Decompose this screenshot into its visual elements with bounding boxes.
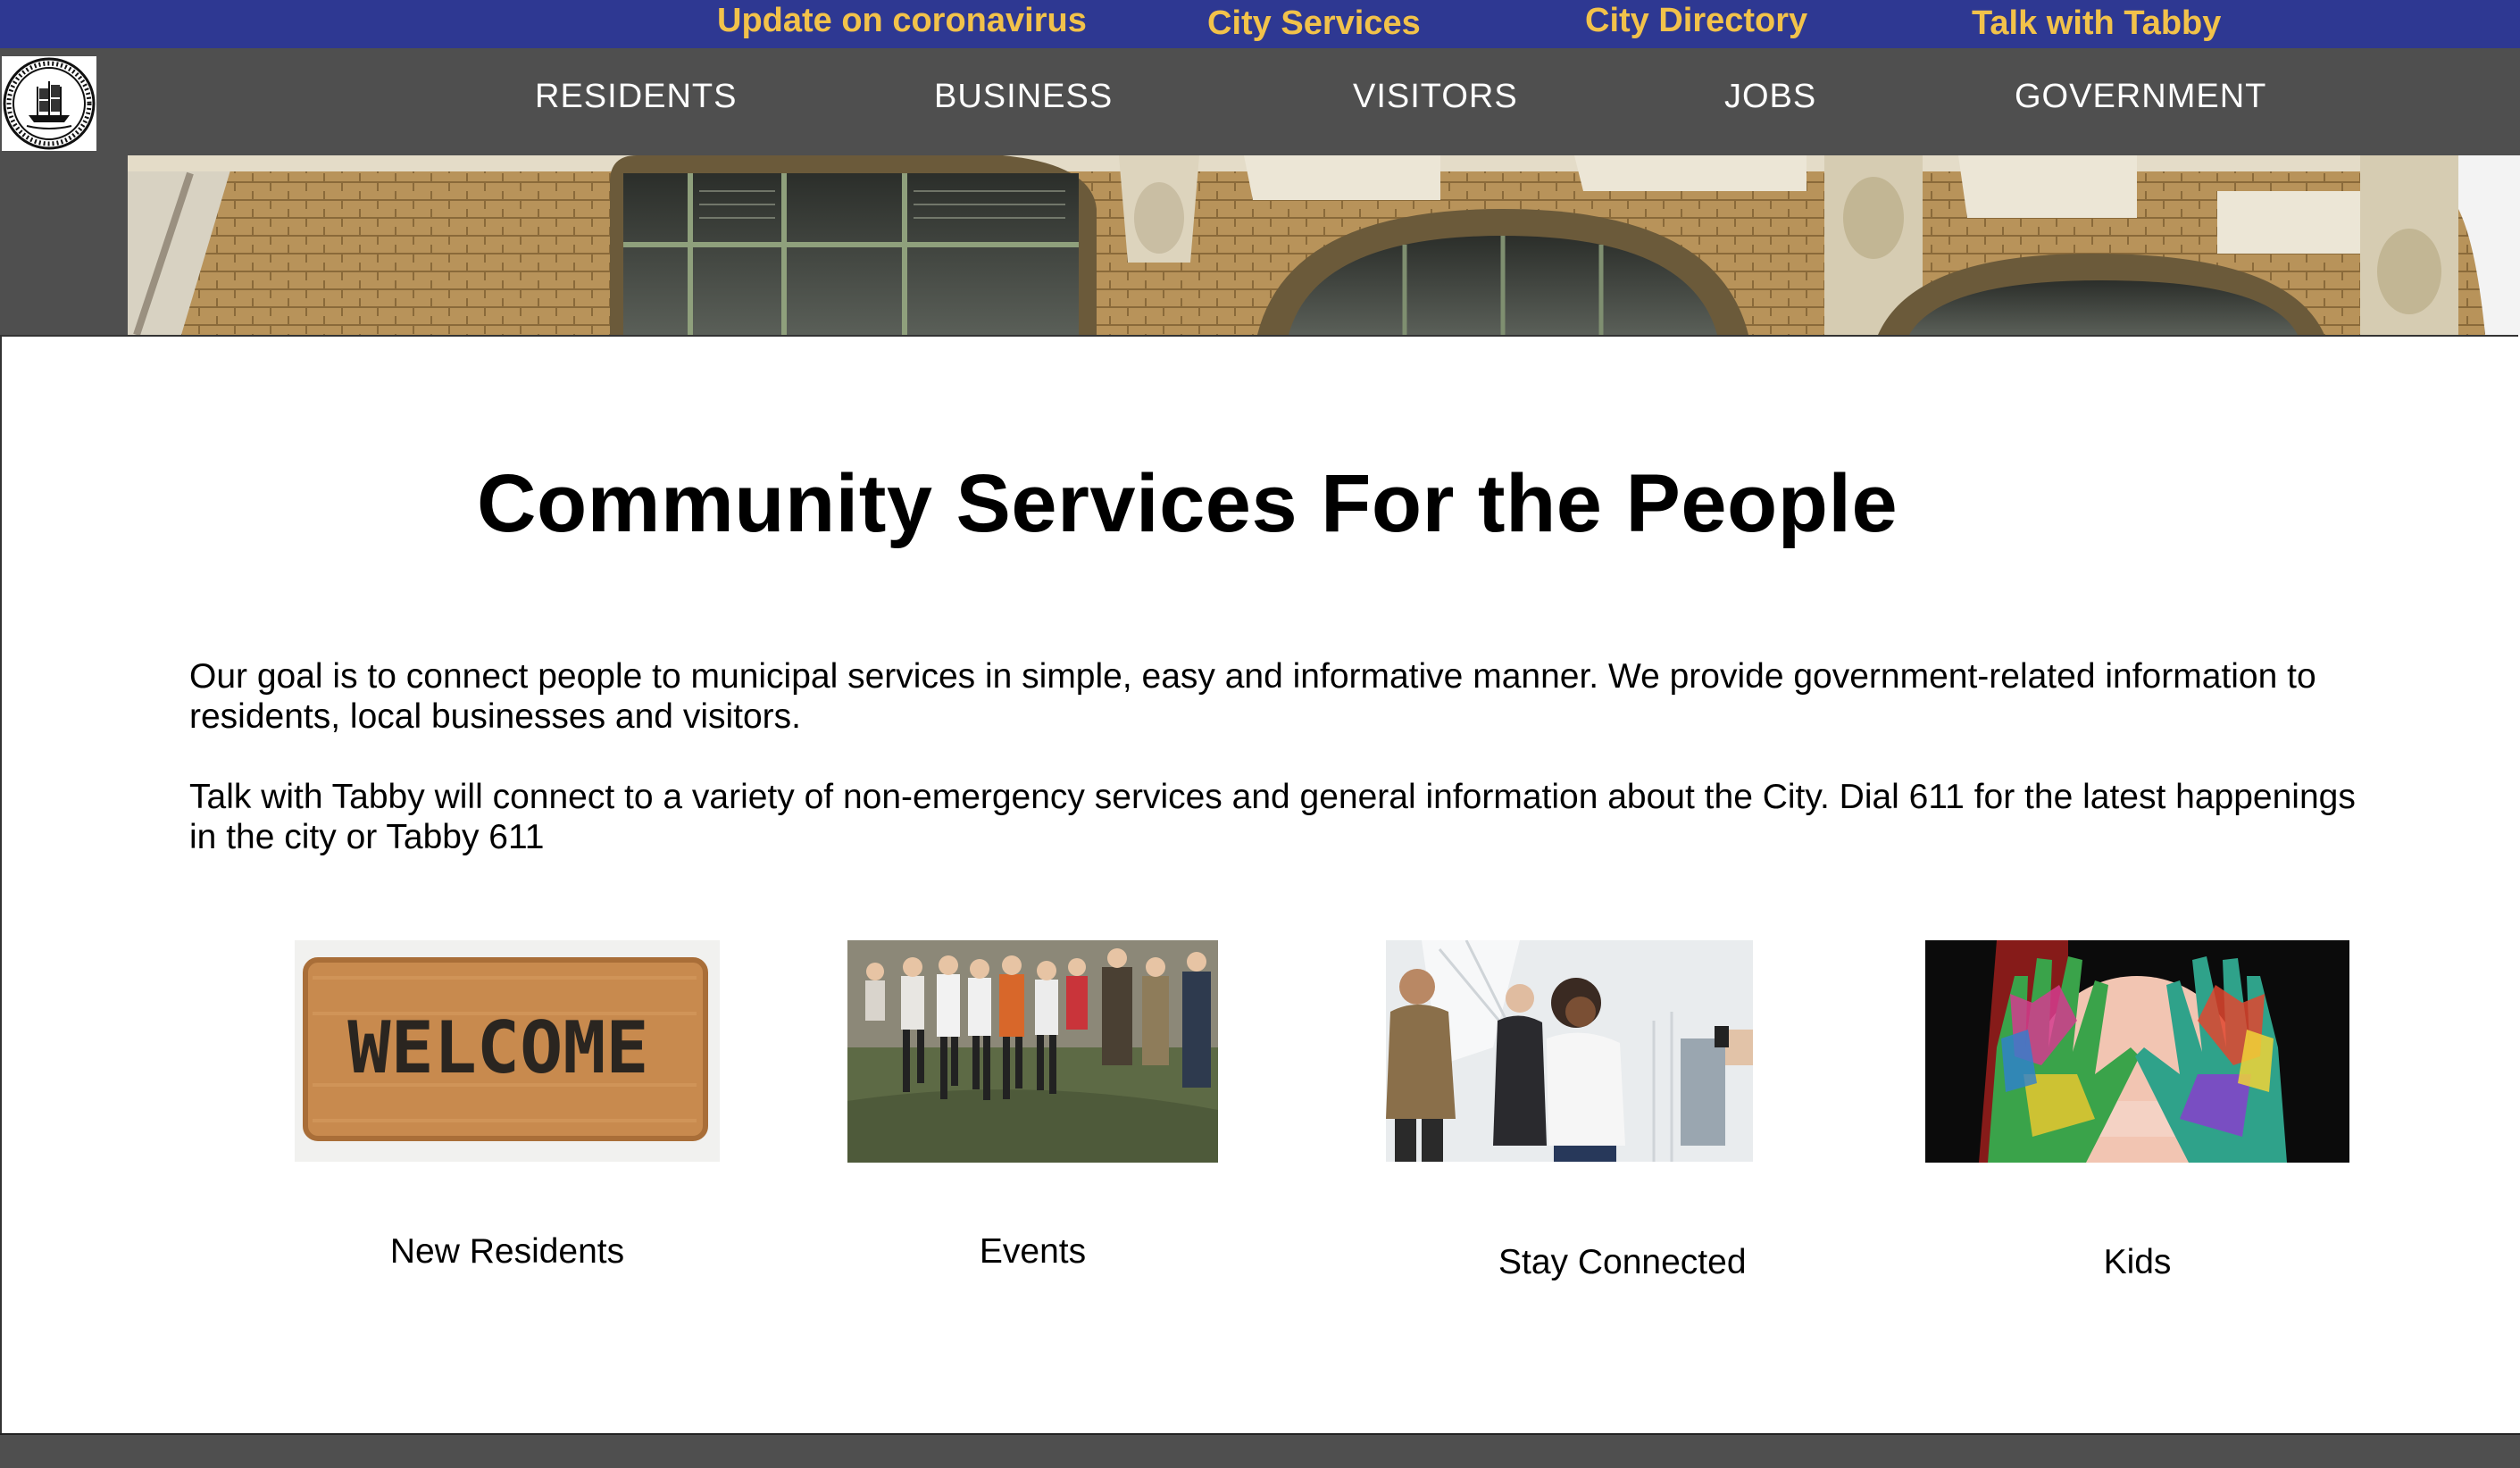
stay-connected-label[interactable]: Stay Connected xyxy=(1386,1243,1868,1282)
footer-bar xyxy=(0,1433,2520,1468)
hero-side-panel xyxy=(0,155,128,335)
city-directory-link[interactable]: City Directory xyxy=(1585,0,1807,45)
main-navigation: RESIDENTS BUSINESS VISITORS JOBS GOVERNM… xyxy=(0,48,2520,155)
intro-paragraph: Our goal is to connect people to municip… xyxy=(189,657,2316,736)
city-seal-logo[interactable] xyxy=(2,56,96,151)
top-utility-bar: Update on coronavirus City Services City… xyxy=(0,0,2520,48)
new-residents-image[interactable]: WELCOME xyxy=(295,940,720,1162)
nav-business[interactable]: BUSINESS xyxy=(934,71,1113,121)
talk-with-tabby-link[interactable]: Talk with Tabby xyxy=(1972,3,2221,47)
city-seal-icon xyxy=(3,57,96,150)
kids-label[interactable]: Kids xyxy=(1925,1243,2349,1282)
nav-jobs[interactable]: JOBS xyxy=(1724,71,1816,121)
stay-connected-image[interactable] xyxy=(1386,940,1753,1162)
events-label[interactable]: Events xyxy=(847,1232,1218,1272)
welcome-mat-text: WELCOME xyxy=(347,1006,648,1089)
nav-government[interactable]: GOVERNMENT xyxy=(2015,71,2266,121)
nav-residents[interactable]: RESIDENTS xyxy=(535,71,737,121)
coronavirus-update-link[interactable]: Update on coronavirus xyxy=(717,0,1087,45)
hero-building-banner xyxy=(128,155,2520,335)
nav-visitors[interactable]: VISITORS xyxy=(1353,71,1518,121)
events-image[interactable] xyxy=(847,940,1218,1163)
page-title: Community Services For the People xyxy=(477,458,1898,549)
city-services-link[interactable]: City Services xyxy=(1207,3,1421,47)
tabby-paragraph: Talk with Tabby will connect to a variet… xyxy=(189,778,2356,856)
new-residents-label[interactable]: New Residents xyxy=(295,1232,720,1272)
kids-image[interactable] xyxy=(1925,940,2349,1163)
